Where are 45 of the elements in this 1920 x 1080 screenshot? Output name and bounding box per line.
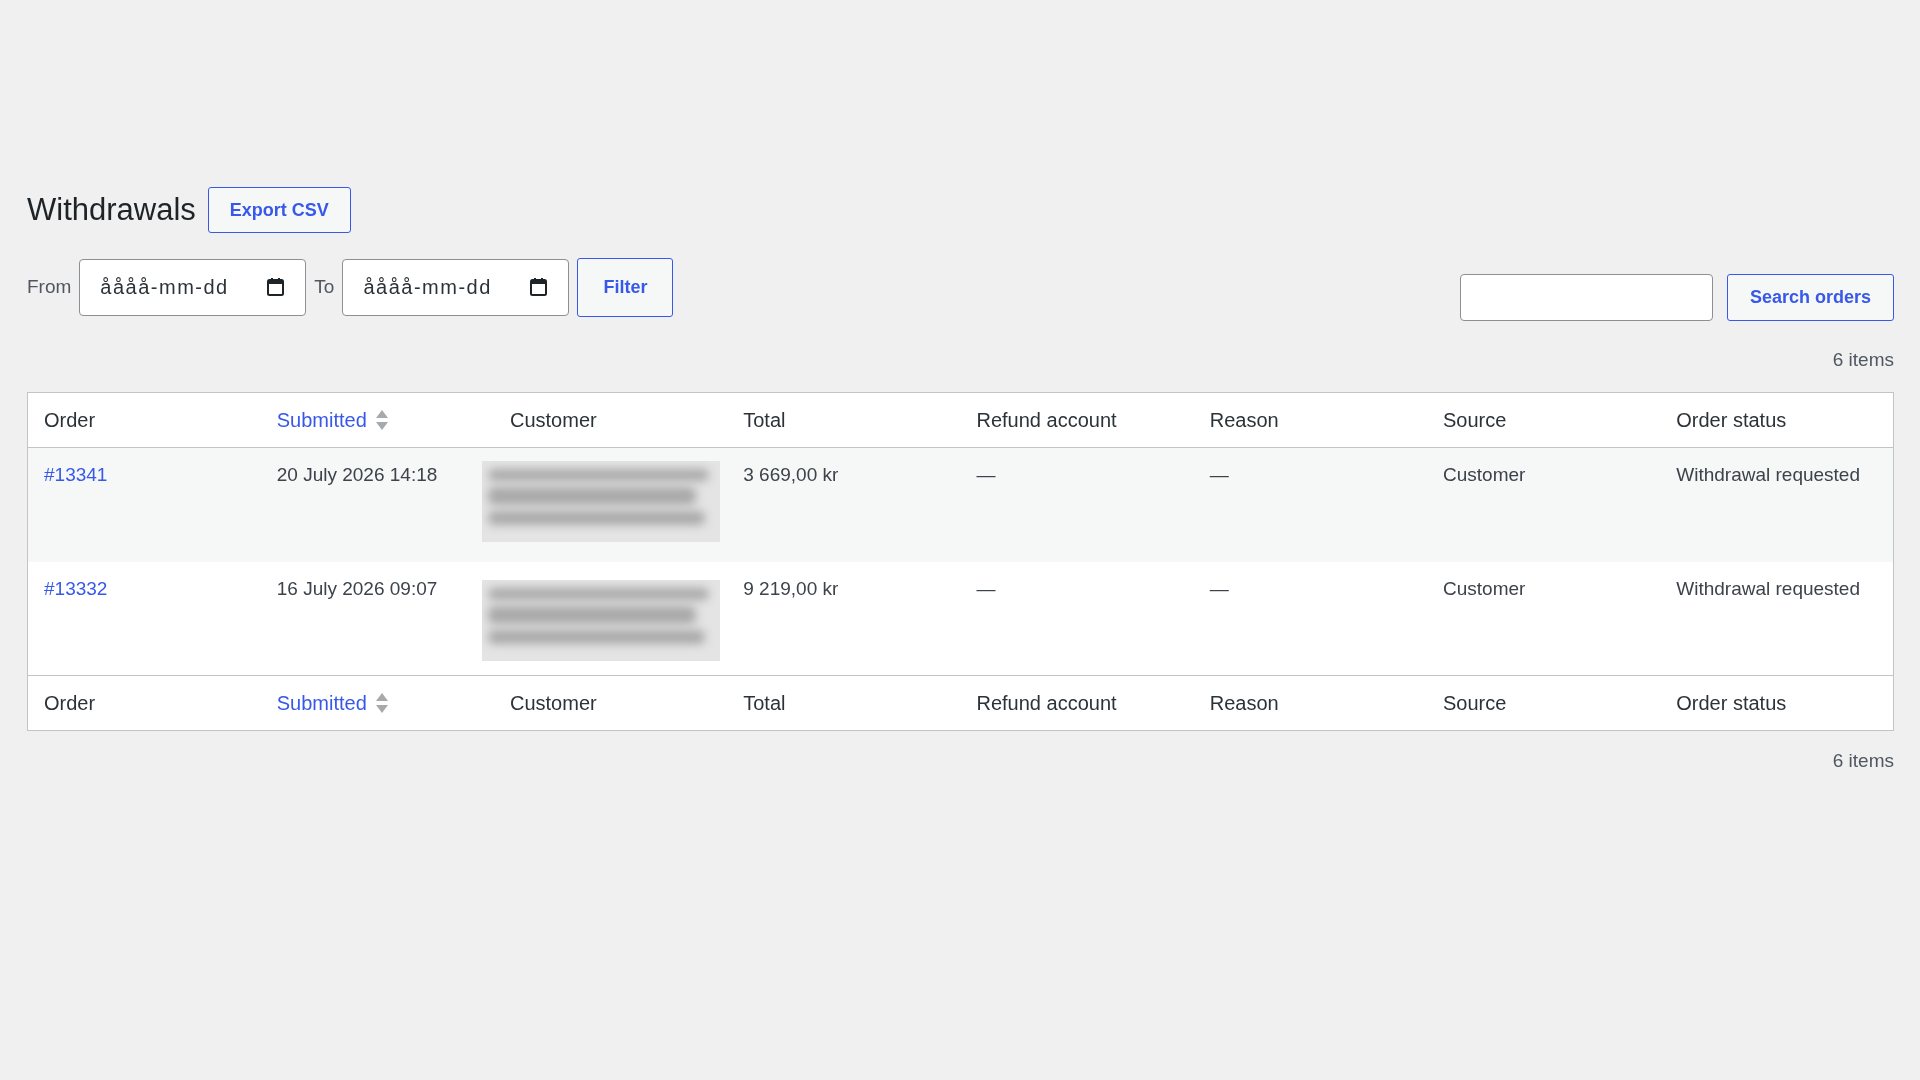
- column-header: Source: [1427, 392, 1661, 448]
- sort-icon: [375, 693, 388, 713]
- sort-icon: [375, 410, 388, 430]
- table-cell: 9 219,00 kr: [727, 561, 961, 676]
- order-link[interactable]: #13332: [44, 577, 108, 599]
- column-header: Order status: [1660, 392, 1894, 448]
- items-count: 6 items: [1832, 750, 1894, 772]
- table-cell: —: [1193, 561, 1427, 676]
- table-cell: Withdrawal requested: [1660, 561, 1894, 676]
- from-label: From: [27, 276, 72, 298]
- date-field[interactable]: åååå-mm-dd: [342, 258, 570, 316]
- export-csv-button[interactable]: Export CSV: [207, 187, 351, 233]
- column-header: Customer: [494, 392, 728, 448]
- table-cell: 3 669,00 kr: [727, 447, 961, 562]
- table-cell: Withdrawal requested: [1660, 447, 1894, 562]
- column-header: Refund account: [960, 675, 1194, 731]
- column-header: Refund account: [960, 392, 1194, 448]
- to-label: To: [314, 276, 335, 298]
- column-header: Order: [27, 392, 261, 448]
- column-header: Order: [27, 675, 261, 731]
- table-cell: Customer: [1427, 447, 1661, 562]
- column-header: Reason: [1193, 392, 1427, 448]
- column-sort-link[interactable]: Submitted: [276, 691, 388, 715]
- column-sort-link[interactable]: Submitted: [276, 408, 388, 432]
- column-header: Order status: [1660, 675, 1894, 731]
- column-header: Customer: [494, 675, 728, 731]
- table-cell: —: [1193, 447, 1427, 562]
- table-cell: Customer: [1427, 561, 1661, 676]
- page-title: Withdrawals: [27, 191, 196, 229]
- column-header: Source: [1427, 675, 1661, 731]
- order-link[interactable]: #13341: [44, 464, 108, 485]
- calendar-icon[interactable]: [530, 277, 548, 296]
- search-orders-button[interactable]: Search orders: [1726, 274, 1894, 321]
- table-cell: —: [960, 561, 1194, 676]
- table-cell: —: [960, 447, 1194, 562]
- table-cell: 20 July 2026 14:18: [260, 447, 494, 562]
- items-count: 6 items: [1832, 349, 1894, 371]
- column-header: Total: [727, 675, 961, 731]
- search-field[interactable]: [1459, 274, 1713, 321]
- date-field[interactable]: åååå-mm-dd: [79, 258, 307, 316]
- table-cell: 16 July 2026 09:07: [260, 561, 494, 676]
- column-header: Reason: [1193, 675, 1427, 731]
- filter-button[interactable]: Filter: [577, 257, 674, 317]
- column-header: Total: [727, 392, 961, 448]
- calendar-icon[interactable]: [267, 277, 285, 296]
